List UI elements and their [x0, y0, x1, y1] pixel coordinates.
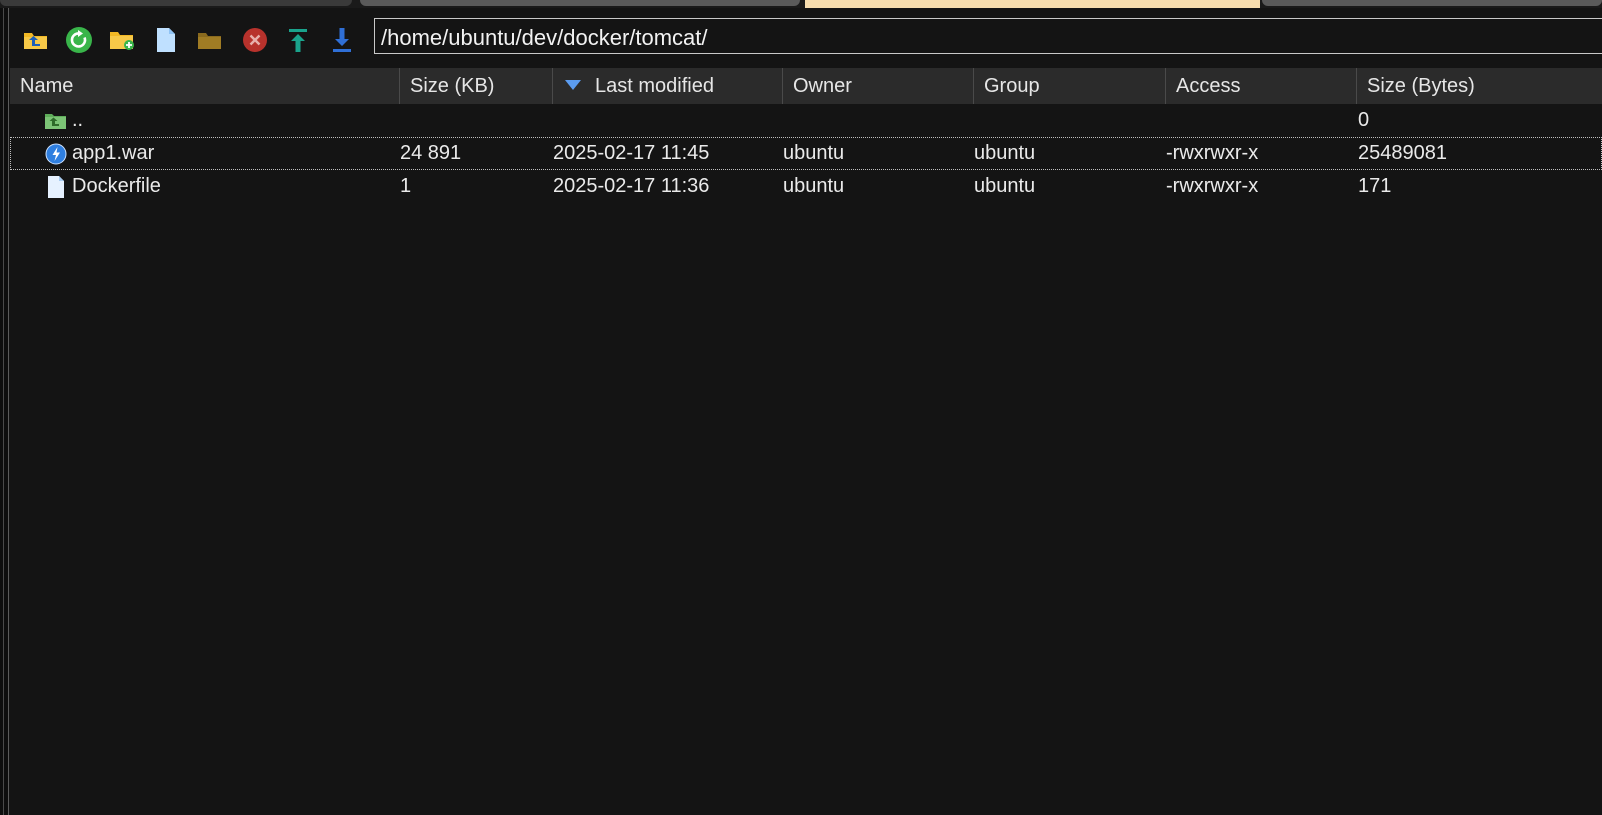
- column-header-access[interactable]: Access: [1166, 68, 1357, 104]
- file-row-app1-war[interactable]: app1.war 24 891 2025-02-17 11:45 ubuntu …: [10, 137, 1602, 170]
- sort-descending-icon: [565, 79, 581, 90]
- column-header-label: Access: [1176, 75, 1241, 97]
- file-row-parent[interactable]: .. 0: [10, 104, 1602, 137]
- file-icon: [44, 175, 68, 199]
- file-group: ubuntu: [974, 142, 1036, 164]
- file-last-modified: 2025-02-17 11:36: [553, 175, 710, 197]
- file-size-kb: 1: [400, 175, 412, 197]
- column-header-label: Name: [20, 75, 74, 97]
- column-header-label: Last modified: [595, 75, 714, 97]
- column-header-label: Size (Bytes): [1367, 75, 1475, 97]
- upload-icon: [289, 29, 307, 52]
- tab-segment[interactable]: [1262, 0, 1602, 6]
- file-row-dockerfile[interactable]: Dockerfile 1 2025-02-17 11:36 ubuntu ubu…: [10, 170, 1602, 203]
- file-name: ..: [72, 109, 84, 131]
- column-header-owner[interactable]: Owner: [783, 68, 974, 104]
- refresh-button[interactable]: [63, 24, 95, 56]
- upload-button[interactable]: [282, 24, 314, 56]
- file-list: .. 0 app1.war 24 891 2025-02-17 11:45 ub…: [10, 104, 1602, 203]
- download-icon: [333, 28, 351, 52]
- tab-strip: [0, 0, 1602, 8]
- file-owner: ubuntu: [783, 142, 845, 164]
- delete-button[interactable]: [239, 24, 271, 56]
- column-header-name[interactable]: Name: [10, 68, 400, 104]
- file-access: -rwxrwxr-x: [1166, 175, 1259, 197]
- column-header-label: Size (KB): [410, 75, 495, 97]
- pane-splitter[interactable]: [0, 8, 9, 815]
- file-last-modified: 2025-02-17 11:45: [553, 142, 710, 164]
- toolbar: [10, 8, 1602, 68]
- column-header-last-modified[interactable]: Last modified: [553, 68, 783, 104]
- column-header-label: Owner: [793, 75, 852, 97]
- war-file-icon: [44, 142, 68, 166]
- file-name: app1.war: [72, 142, 155, 164]
- file-group: ubuntu: [974, 175, 1036, 197]
- parent-folder-icon: [44, 109, 68, 133]
- column-header-size-kb[interactable]: Size (KB): [400, 68, 553, 104]
- file-size-bytes: 0: [1358, 109, 1370, 131]
- file-size-kb: 24 891: [400, 142, 462, 164]
- active-tab-segment[interactable]: [805, 0, 1260, 8]
- new-folder-button[interactable]: [106, 24, 138, 56]
- download-button[interactable]: [326, 24, 358, 56]
- new-file-button[interactable]: [150, 24, 182, 56]
- tab-segment[interactable]: [360, 0, 800, 6]
- new-file-icon: [157, 28, 175, 52]
- tab-segment[interactable]: [0, 0, 352, 6]
- file-name: Dockerfile: [72, 175, 161, 197]
- column-header-row: Name Size (KB) Last modified Owner Group…: [10, 68, 1602, 104]
- folder-icon: [198, 33, 221, 49]
- file-access: -rwxrwxr-x: [1166, 142, 1259, 164]
- path-input[interactable]: [374, 18, 1602, 54]
- file-size-bytes: 171: [1358, 175, 1392, 197]
- column-header-size-bytes[interactable]: Size (Bytes): [1357, 68, 1602, 104]
- column-header-label: Group: [984, 75, 1040, 97]
- file-size-bytes: 25489081: [1358, 142, 1447, 164]
- file-owner: ubuntu: [783, 175, 845, 197]
- parent-folder-button[interactable]: [20, 24, 52, 56]
- refresh-icon: [66, 27, 92, 53]
- sftp-file-browser: Name Size (KB) Last modified Owner Group…: [0, 0, 1602, 815]
- column-header-group[interactable]: Group: [974, 68, 1166, 104]
- open-folder-button[interactable]: [194, 24, 226, 56]
- new-folder-icon: [110, 32, 134, 50]
- delete-icon: [243, 28, 267, 52]
- parent-folder-icon: [24, 33, 47, 49]
